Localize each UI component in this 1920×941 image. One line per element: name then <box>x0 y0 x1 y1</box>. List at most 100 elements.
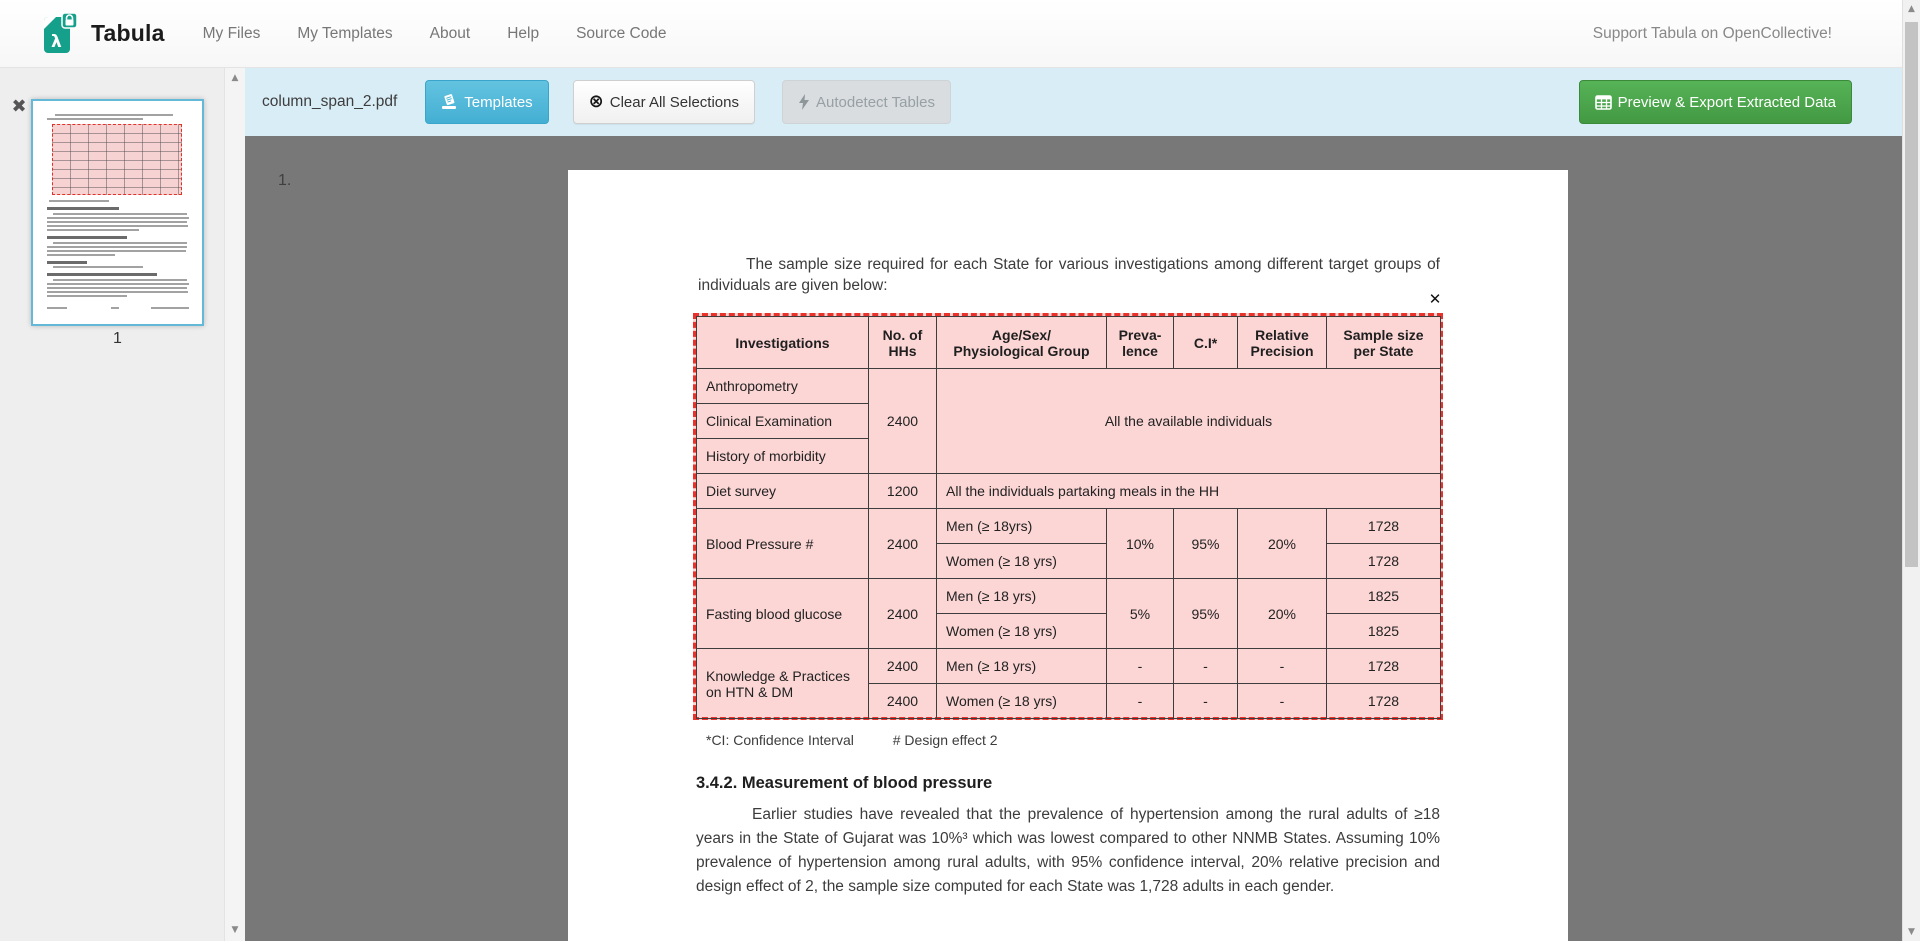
clear-all-selections-label: Clear All Selections <box>610 94 739 111</box>
footnote-ci: *CI: Confidence Interval <box>706 732 854 748</box>
cell: - <box>1174 684 1238 719</box>
brand-name: Tabula <box>91 20 165 47</box>
cell: All the available individuals <box>937 369 1441 474</box>
col-hhs: No. of HHs <box>869 317 937 369</box>
thumbnail-footer-line <box>151 307 189 309</box>
thumbnail-text-line <box>47 254 115 256</box>
table-row: Anthropometry 2400 All the available ind… <box>697 369 1441 404</box>
table-footnotes: *CI: Confidence Interval # Design effect… <box>706 732 998 748</box>
cell: 20% <box>1238 579 1327 649</box>
cell: 10% <box>1107 509 1174 579</box>
templates-label: Templates <box>464 94 532 111</box>
investigations-table: Investigations No. of HHs Age/Sex/ Physi… <box>696 316 1441 719</box>
table-row: Knowledge & Practices on HTN & DM 2400 M… <box>697 649 1441 684</box>
svg-text:λ: λ <box>51 32 62 52</box>
nav-my-files[interactable]: My Files <box>203 25 261 42</box>
thumbnail-text-line <box>47 225 188 227</box>
cell: Women (≥ 18 yrs) <box>937 684 1107 719</box>
brand-link[interactable]: λ Tabula <box>44 13 165 55</box>
thumbnail-text-line <box>47 229 139 231</box>
col-investigations: Investigations <box>697 317 869 369</box>
clear-all-selections-button[interactable]: ⊗ Clear All Selections <box>573 80 755 124</box>
thumbnail-text-line <box>47 283 189 285</box>
thumbnail-mini-page <box>33 101 202 324</box>
thumbnail-text-line <box>47 291 188 293</box>
preview-export-label: Preview & Export Extracted Data <box>1618 94 1836 111</box>
cell: Women (≥ 18 yrs) <box>937 614 1107 649</box>
main-nav: My Files My Templates About Help Source … <box>203 25 704 43</box>
nav-help[interactable]: Help <box>507 25 539 42</box>
thumbnail-text-line <box>47 287 187 289</box>
thumbnail-text-line <box>53 242 187 244</box>
nav-about[interactable]: About <box>430 25 471 42</box>
col-prevalence: Preva- lence <box>1107 317 1174 369</box>
cell: Fasting blood glucose <box>697 579 869 649</box>
thumbnail-text-line <box>55 114 173 116</box>
scroll-down-icon[interactable]: ▼ <box>1903 927 1920 937</box>
thumbnail-heading-line <box>47 261 87 264</box>
tabula-app: λ Tabula My Files My Templates About Hel… <box>0 0 1920 941</box>
nav-my-templates[interactable]: My Templates <box>297 25 392 42</box>
spreadsheet-icon <box>1595 95 1612 110</box>
table-row: Fasting blood glucose 2400 Men (≥ 18 yrs… <box>697 579 1441 614</box>
thumbnail-text-line <box>53 266 143 268</box>
cell: 1728 <box>1327 544 1441 579</box>
sidebar-scrollbar[interactable]: ▲ ▼ <box>224 68 245 941</box>
cell: - <box>1238 684 1327 719</box>
cell: 2400 <box>869 579 937 649</box>
thumbnail-text-line <box>47 250 186 252</box>
cell: - <box>1107 684 1174 719</box>
cell: Men (≥ 18 yrs) <box>937 649 1107 684</box>
col-age-sex: Age/Sex/ Physiological Group <box>937 317 1107 369</box>
thumbnail-text-line <box>47 295 127 297</box>
footnote-design-effect: # Design effect 2 <box>893 732 998 748</box>
scroll-up-icon[interactable]: ▲ <box>225 73 245 83</box>
cell: 1200 <box>869 474 937 509</box>
tabula-pdf-lock-logo-icon: λ <box>44 13 78 55</box>
remove-selection-icon[interactable]: ✕ <box>1426 290 1444 308</box>
thumbnail-text-line <box>47 246 187 248</box>
page-scrollbar[interactable]: ▲ ▼ <box>1902 0 1920 941</box>
templates-button[interactable]: Templates <box>425 80 548 124</box>
thumbnail-text-line <box>49 200 109 202</box>
cell: Blood Pressure # <box>697 509 869 579</box>
scroll-down-icon[interactable]: ▼ <box>225 925 245 935</box>
cell: 20% <box>1238 509 1327 579</box>
nav-source-code[interactable]: Source Code <box>576 25 666 42</box>
cell: 1728 <box>1327 684 1441 719</box>
thumbnail-heading-line <box>47 207 119 210</box>
doc-intro-text: The sample size required for each State … <box>698 254 1440 296</box>
pdf-page-1: The sample size required for each State … <box>568 170 1568 941</box>
cell: 1728 <box>1327 509 1441 544</box>
autodetect-tables-button[interactable]: Autodetect Tables <box>782 80 951 124</box>
cell: - <box>1238 649 1327 684</box>
scroll-up-icon[interactable]: ▲ <box>1903 4 1920 14</box>
thumbnail-footer-line <box>47 307 67 309</box>
table-header-row: Investigations No. of HHs Age/Sex/ Physi… <box>697 317 1441 369</box>
table-row: Diet survey 1200 All the individuals par… <box>697 474 1441 509</box>
cell: 1825 <box>1327 579 1441 614</box>
cell: 95% <box>1174 509 1238 579</box>
page-1-thumbnail[interactable] <box>31 99 204 326</box>
scrollbar-thumb[interactable] <box>1905 22 1918 567</box>
cell: - <box>1107 649 1174 684</box>
cell: History of morbidity <box>697 439 869 474</box>
cell: Men (≥ 18yrs) <box>937 509 1107 544</box>
col-ci: C.I* <box>1174 317 1238 369</box>
table-selection-overlay[interactable]: Investigations No. of HHs Age/Sex/ Physi… <box>693 313 1443 720</box>
thumbnail-page-number: 1 <box>31 330 204 348</box>
cell: 5% <box>1107 579 1174 649</box>
remove-page-icon[interactable]: ✖ <box>8 96 30 118</box>
cell: 2400 <box>869 509 937 579</box>
cell: - <box>1174 649 1238 684</box>
document-filename: column_span_2.pdf <box>262 93 397 111</box>
cell: 95% <box>1174 579 1238 649</box>
support-opencollective-link[interactable]: Support Tabula on OpenCollective! <box>1593 25 1832 43</box>
preview-export-button[interactable]: Preview & Export Extracted Data <box>1579 80 1852 124</box>
thumbnail-footer-line <box>111 307 119 309</box>
cell: All the individuals partaking meals in t… <box>937 474 1441 509</box>
page-marker: 1. <box>278 172 291 190</box>
thumbnail-text-line <box>53 279 187 281</box>
circle-x-icon: ⊗ <box>589 91 604 112</box>
thumbnail-selected-table <box>52 124 182 195</box>
